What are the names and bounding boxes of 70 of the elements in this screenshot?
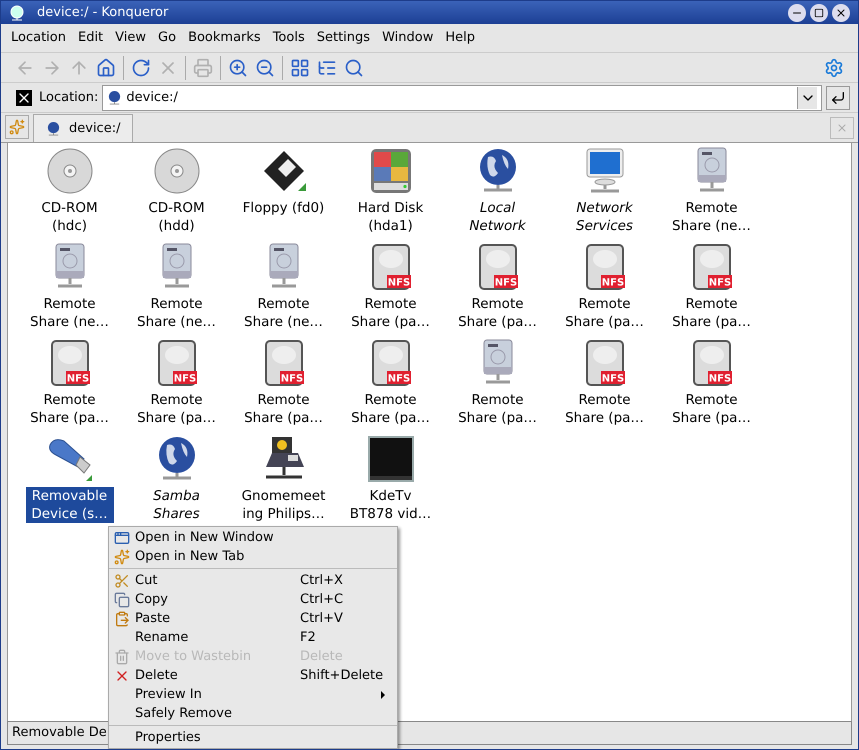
window-title: device:/ - Konqueror [37,4,168,22]
item-label[interactable]: Remote Share (pa… [240,391,328,427]
close-button[interactable] [832,4,850,22]
menu-item[interactable]: Delete Shift+Delete [109,666,397,685]
item-label[interactable]: Remote Share (pa… [346,391,434,427]
menu-item[interactable]: Properties [109,728,397,747]
item-label[interactable]: Remote Share (pa… [560,295,648,331]
location-label: Location: [39,88,98,107]
item-label[interactable]: Samba Shares [132,487,220,523]
location-field[interactable]: device:/ [102,84,822,110]
menu-item[interactable]: Location [5,25,72,51]
menu-item[interactable]: Settings [310,25,376,51]
dropdown-button[interactable] [797,86,817,108]
close-icon [835,6,847,18]
menu-item[interactable]: Paste Ctrl+V [109,609,397,628]
copy-icon [114,592,130,608]
menu-item[interactable]: Edit [72,25,110,51]
item-label[interactable]: Remote Share (pa… [560,391,648,427]
item-label[interactable]: Local Network [454,199,542,235]
item-label[interactable]: Remote Share (pa… [668,295,756,331]
item-label[interactable]: Network Services [560,199,648,235]
globe-icon [107,90,122,105]
sparkle-icon [114,548,130,564]
item-label[interactable]: Floppy (fd0) [240,199,328,217]
item-label[interactable]: Remote Share (pa… [454,295,542,331]
tab[interactable]: device:/ [33,114,134,142]
enter-icon [830,90,846,106]
menu-item[interactable]: Rename F2 [109,628,397,647]
item-label[interactable]: Remote Share (pa… [132,391,220,427]
maximize-icon [814,8,824,18]
maximize-button[interactable] [810,4,828,22]
item-label[interactable]: Hard Disk (hda1) [346,199,434,235]
cd-icon [46,147,94,195]
trash-icon [114,648,130,664]
menu-item[interactable]: Open in New Tab [109,547,397,566]
menu-item[interactable]: Preview In [109,685,397,704]
item-label[interactable]: CD-ROM (hdd) [132,199,220,235]
menu-item[interactable]: Help [439,25,481,51]
window-icon [114,530,130,546]
menu-item[interactable]: Safely Remove [109,704,397,723]
item-label[interactable]: Remote Share (pa… [454,391,542,427]
cd-icon [152,147,200,195]
item-label[interactable]: Remote Share (ne… [132,295,220,331]
cut-icon [114,572,130,588]
menu-item[interactable]: Bookmarks [182,25,267,51]
close-tab-icon [836,122,848,134]
item-label[interactable]: Remote Share (ne… [240,295,328,331]
item-label[interactable]: Remote Share (ne… [26,295,114,331]
item-label[interactable]: CD-ROM (hdc) [26,199,114,235]
menu-item[interactable]: Window [376,25,440,51]
item-label[interactable]: Remote Share (pa… [26,391,114,427]
tv-icon [366,435,414,483]
submenu-arrow-icon [381,690,385,698]
menu-item[interactable]: Open in New Window [109,528,397,547]
globe-icon [9,4,25,20]
item-label[interactable]: Remote Share (pa… [346,295,434,331]
paste-icon [114,610,130,626]
menu-item[interactable]: Copy Ctrl+C [109,590,397,609]
minimize-button[interactable] [788,4,806,22]
item-label[interactable]: Removable Device (s… [26,487,114,523]
globe-icon [46,121,61,136]
menu-item[interactable]: Tools [266,25,311,51]
item-label[interactable]: Gnomemeet ing Philips… [240,487,328,523]
go-button[interactable] [826,86,850,110]
menu-item[interactable]: View [109,25,152,51]
item-label[interactable]: Remote Share (pa… [668,391,756,427]
item-label[interactable]: Remote Share (ne… [668,199,756,235]
menu-item[interactable]: Go [152,25,182,51]
item-label[interactable]: KdeTv BT878 vid… [346,487,434,523]
menu-item[interactable]: Cut Ctrl+X [109,571,397,590]
